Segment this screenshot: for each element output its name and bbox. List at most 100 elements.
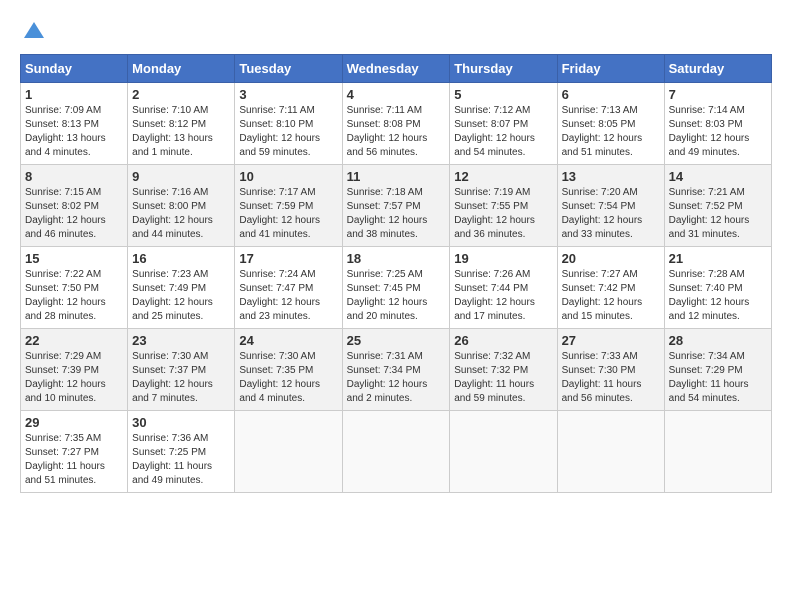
day-content: Sunrise: 7:30 AM Sunset: 7:37 PM Dayligh… [132, 350, 230, 406]
calendar-cell: 12 Sunrise: 7:19 AM Sunset: 7:55 PM Dayli… [450, 165, 557, 247]
calendar-cell: 18 Sunrise: 7:25 AM Sunset: 7:45 PM Dayli… [342, 247, 450, 329]
calendar-cell: 25 Sunrise: 7:31 AM Sunset: 7:34 PM Dayli… [342, 329, 450, 411]
day-content: Sunrise: 7:25 AM Sunset: 7:45 PM Dayligh… [347, 268, 446, 324]
calendar-cell: 16 Sunrise: 7:23 AM Sunset: 7:49 PM Dayli… [128, 247, 235, 329]
calendar-cell: 9 Sunrise: 7:16 AM Sunset: 8:00 PM Daylig… [128, 165, 235, 247]
column-header-friday: Friday [557, 55, 664, 83]
day-content: Sunrise: 7:17 AM Sunset: 7:59 PM Dayligh… [239, 186, 337, 242]
day-content: Sunrise: 7:20 AM Sunset: 7:54 PM Dayligh… [562, 186, 660, 242]
day-content: Sunrise: 7:33 AM Sunset: 7:30 PM Dayligh… [562, 350, 660, 406]
page-header [20, 20, 772, 44]
day-number: 12 [454, 169, 552, 184]
day-number: 3 [239, 87, 337, 102]
day-content: Sunrise: 7:15 AM Sunset: 8:02 PM Dayligh… [25, 186, 123, 242]
day-content: Sunrise: 7:32 AM Sunset: 7:32 PM Dayligh… [454, 350, 552, 406]
day-content: Sunrise: 7:24 AM Sunset: 7:47 PM Dayligh… [239, 268, 337, 324]
day-number: 2 [132, 87, 230, 102]
day-number: 25 [347, 333, 446, 348]
calendar-cell: 3 Sunrise: 7:11 AM Sunset: 8:10 PM Daylig… [235, 83, 342, 165]
calendar-cell: 13 Sunrise: 7:20 AM Sunset: 7:54 PM Dayli… [557, 165, 664, 247]
calendar-cell: 27 Sunrise: 7:33 AM Sunset: 7:30 PM Dayli… [557, 329, 664, 411]
day-number: 21 [669, 251, 767, 266]
calendar-cell: 15 Sunrise: 7:22 AM Sunset: 7:50 PM Dayli… [21, 247, 128, 329]
calendar-cell: 5 Sunrise: 7:12 AM Sunset: 8:07 PM Daylig… [450, 83, 557, 165]
column-header-monday: Monday [128, 55, 235, 83]
day-content: Sunrise: 7:23 AM Sunset: 7:49 PM Dayligh… [132, 268, 230, 324]
day-content: Sunrise: 7:09 AM Sunset: 8:13 PM Dayligh… [25, 104, 123, 160]
day-number: 27 [562, 333, 660, 348]
day-content: Sunrise: 7:13 AM Sunset: 8:05 PM Dayligh… [562, 104, 660, 160]
day-content: Sunrise: 7:21 AM Sunset: 7:52 PM Dayligh… [669, 186, 767, 242]
column-header-wednesday: Wednesday [342, 55, 450, 83]
day-number: 1 [25, 87, 123, 102]
calendar-cell: 26 Sunrise: 7:32 AM Sunset: 7:32 PM Dayli… [450, 329, 557, 411]
day-number: 6 [562, 87, 660, 102]
calendar-table: SundayMondayTuesdayWednesdayThursdayFrid… [20, 54, 772, 493]
calendar-cell [342, 411, 450, 493]
column-header-saturday: Saturday [664, 55, 771, 83]
calendar-cell: 11 Sunrise: 7:18 AM Sunset: 7:57 PM Dayli… [342, 165, 450, 247]
day-number: 4 [347, 87, 446, 102]
day-content: Sunrise: 7:29 AM Sunset: 7:39 PM Dayligh… [25, 350, 123, 406]
calendar-cell [450, 411, 557, 493]
calendar-cell: 2 Sunrise: 7:10 AM Sunset: 8:12 PM Daylig… [128, 83, 235, 165]
day-content: Sunrise: 7:11 AM Sunset: 8:10 PM Dayligh… [239, 104, 337, 160]
calendar-cell: 20Sunrise: 7:27 AM Sunset: 7:42 PM Dayli… [557, 247, 664, 329]
day-content: Sunrise: 7:22 AM Sunset: 7:50 PM Dayligh… [25, 268, 123, 324]
calendar-cell: 23Sunrise: 7:30 AM Sunset: 7:37 PM Dayli… [128, 329, 235, 411]
calendar-cell: 8 Sunrise: 7:15 AM Sunset: 8:02 PM Daylig… [21, 165, 128, 247]
calendar-cell: 22Sunrise: 7:29 AM Sunset: 7:39 PM Dayli… [21, 329, 128, 411]
calendar-cell: 7 Sunrise: 7:14 AM Sunset: 8:03 PM Daylig… [664, 83, 771, 165]
day-number: 15 [25, 251, 123, 266]
day-content: Sunrise: 7:14 AM Sunset: 8:03 PM Dayligh… [669, 104, 767, 160]
column-header-tuesday: Tuesday [235, 55, 342, 83]
calendar-cell: 19 Sunrise: 7:26 AM Sunset: 7:44 PM Dayli… [450, 247, 557, 329]
day-content: Sunrise: 7:27 AM Sunset: 7:42 PM Dayligh… [562, 268, 660, 324]
column-header-thursday: Thursday [450, 55, 557, 83]
day-content: Sunrise: 7:26 AM Sunset: 7:44 PM Dayligh… [454, 268, 552, 324]
day-content: Sunrise: 7:12 AM Sunset: 8:07 PM Dayligh… [454, 104, 552, 160]
day-content: Sunrise: 7:16 AM Sunset: 8:00 PM Dayligh… [132, 186, 230, 242]
day-content: Sunrise: 7:18 AM Sunset: 7:57 PM Dayligh… [347, 186, 446, 242]
day-number: 11 [347, 169, 446, 184]
day-number: 7 [669, 87, 767, 102]
calendar-cell: 30Sunrise: 7:36 AM Sunset: 7:25 PM Dayli… [128, 411, 235, 493]
day-number: 18 [347, 251, 446, 266]
column-header-sunday: Sunday [21, 55, 128, 83]
day-number: 10 [239, 169, 337, 184]
day-number: 19 [454, 251, 552, 266]
day-number: 24 [239, 333, 337, 348]
calendar-cell: 24 Sunrise: 7:30 AM Sunset: 7:35 PM Dayli… [235, 329, 342, 411]
calendar-cell: 10 Sunrise: 7:17 AM Sunset: 7:59 PM Dayli… [235, 165, 342, 247]
day-number: 13 [562, 169, 660, 184]
calendar-cell [235, 411, 342, 493]
calendar-cell: 4 Sunrise: 7:11 AM Sunset: 8:08 PM Daylig… [342, 83, 450, 165]
day-content: Sunrise: 7:28 AM Sunset: 7:40 PM Dayligh… [669, 268, 767, 324]
day-content: Sunrise: 7:36 AM Sunset: 7:25 PM Dayligh… [132, 432, 230, 488]
logo [20, 20, 46, 44]
logo-icon [22, 20, 46, 44]
day-content: Sunrise: 7:11 AM Sunset: 8:08 PM Dayligh… [347, 104, 446, 160]
calendar-cell [664, 411, 771, 493]
calendar-cell: 1 Sunrise: 7:09 AM Sunset: 8:13 PM Daylig… [21, 83, 128, 165]
day-number: 14 [669, 169, 767, 184]
day-number: 17 [239, 251, 337, 266]
day-number: 8 [25, 169, 123, 184]
calendar-cell: 28 Sunrise: 7:34 AM Sunset: 7:29 PM Dayli… [664, 329, 771, 411]
day-number: 9 [132, 169, 230, 184]
day-number: 29 [25, 415, 123, 430]
day-content: Sunrise: 7:10 AM Sunset: 8:12 PM Dayligh… [132, 104, 230, 160]
day-number: 16 [132, 251, 230, 266]
calendar-cell [557, 411, 664, 493]
day-number: 26 [454, 333, 552, 348]
calendar-cell: 29Sunrise: 7:35 AM Sunset: 7:27 PM Dayli… [21, 411, 128, 493]
calendar-cell: 17 Sunrise: 7:24 AM Sunset: 7:47 PM Dayli… [235, 247, 342, 329]
calendar-cell: 6 Sunrise: 7:13 AM Sunset: 8:05 PM Daylig… [557, 83, 664, 165]
day-content: Sunrise: 7:34 AM Sunset: 7:29 PM Dayligh… [669, 350, 767, 406]
calendar-cell: 14 Sunrise: 7:21 AM Sunset: 7:52 PM Dayli… [664, 165, 771, 247]
day-number: 5 [454, 87, 552, 102]
day-content: Sunrise: 7:31 AM Sunset: 7:34 PM Dayligh… [347, 350, 446, 406]
day-content: Sunrise: 7:19 AM Sunset: 7:55 PM Dayligh… [454, 186, 552, 242]
day-number: 28 [669, 333, 767, 348]
day-content: Sunrise: 7:30 AM Sunset: 7:35 PM Dayligh… [239, 350, 337, 406]
